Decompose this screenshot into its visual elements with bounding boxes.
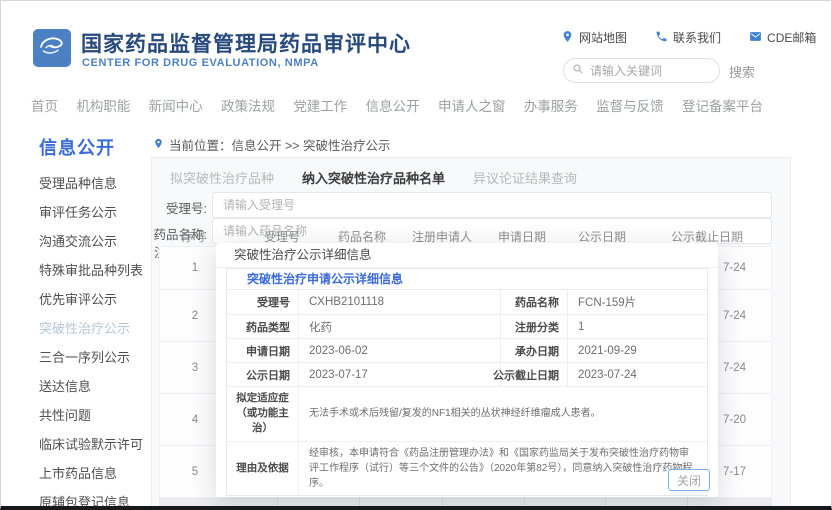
nav-item-news[interactable]: 新闻中心 <box>149 95 203 115</box>
contact-label: 联系我们 <box>673 29 721 46</box>
detail-row: 受理号 CXHB2101118 药品名称 FCN-159片 <box>227 290 707 315</box>
table-row-partial <box>159 498 772 508</box>
apply-date-field-value: 2023-06-02 <box>299 339 500 362</box>
tab-objection-results[interactable]: 异议论证结果查询 <box>473 168 577 187</box>
handle-date-field-label: 承办日期 <box>500 339 568 362</box>
nav-item-party[interactable]: 党建工作 <box>293 95 347 115</box>
sidebar-item-special-approval[interactable]: 特殊审批品种列表 <box>39 256 151 285</box>
mail-icon <box>749 30 762 46</box>
drug-name-field-value: FCN-159片 <box>568 290 707 314</box>
indication-row: 拟定适应症（或功能主治） 无法手术或术后残留/复发的NF1相关的丛状神经纤维瘤成… <box>227 387 707 442</box>
sidebar-item-breakthrough-therapy[interactable]: 突破性治疗公示 <box>39 314 151 343</box>
search-icon <box>572 62 584 80</box>
search-button[interactable]: 搜索 <box>729 62 755 81</box>
reason-value: 经审核，本申请符合《药品注册管理办法》和《国家药监局关于发布突破性治疗药物审评工… <box>299 442 707 495</box>
sidebar-item-communication[interactable]: 沟通交流公示 <box>39 227 151 256</box>
tab-bar: 拟突破性治疗品种 纳入突破性治疗品种名单 异议论证结果查询 <box>170 168 577 187</box>
page: 国家药品监督管理局药品审评中心 CENTER FOR DRUG EVALUATI… <box>0 0 832 510</box>
header-links: 网站地图 联系我们 CDE邮箱 <box>561 29 816 46</box>
handle-date-field-value: 2021-09-29 <box>568 339 707 362</box>
apply-date-field-label: 申请日期 <box>227 339 299 362</box>
breadcrumb-text: 当前位置：信息公开 >> 突破性治疗公示 <box>169 135 391 154</box>
col-header-no: 序号 <box>182 228 206 245</box>
row-end-date: 7-24 <box>723 310 746 322</box>
sidebar-item-accepted-varieties[interactable]: 受理品种信息 <box>39 169 151 198</box>
location-pin-icon <box>561 30 574 46</box>
nav-item-services[interactable]: 办事服务 <box>524 95 578 115</box>
sidebar-item-excipients-registration[interactable]: 原辅包登记信息 <box>39 488 151 510</box>
modal-detail-table: 突破性治疗申请公示详细信息 受理号 CXHB2101118 药品名称 FCN-1… <box>226 268 708 496</box>
detail-modal: 突破性治疗公示详细信息 突破性治疗申请公示详细信息 受理号 CXHB210111… <box>216 243 718 497</box>
mailbox-label: CDE邮箱 <box>767 29 816 46</box>
sidebar-item-common-issues[interactable]: 共性问题 <box>39 401 151 430</box>
nav-item-supervision[interactable]: 监督与反馈 <box>596 95 664 115</box>
sidebar-menu: 受理品种信息 审评任务公示 沟通交流公示 特殊审批品种列表 优先审评公示 突破性… <box>39 169 151 510</box>
tab-proposed-breakthrough[interactable]: 拟突破性治疗品种 <box>170 168 274 187</box>
site-title: 国家药品监督管理局药品审评中心 <box>81 28 411 58</box>
search-input[interactable] <box>590 64 705 78</box>
sidebar-item-delivery-info[interactable]: 送达信息 <box>39 372 151 401</box>
search-box <box>563 58 720 83</box>
reason-label: 理由及依据 <box>227 442 299 495</box>
row-end-date: 7-24 <box>723 262 746 274</box>
nav-item-functions[interactable]: 机构职能 <box>76 95 130 115</box>
indication-value: 无法手术或术后残留/复发的NF1相关的丛状神经纤维瘤成人患者。 <box>299 387 707 441</box>
row-end-date: 7-20 <box>723 414 746 426</box>
detail-row: 申请日期 2023-06-02 承办日期 2021-09-29 <box>227 339 707 363</box>
drug-type-field-value: 化药 <box>299 315 500 338</box>
row-end-date: 7-24 <box>723 362 746 374</box>
swan-logo-icon <box>35 29 69 68</box>
sitemap-link[interactable]: 网站地图 <box>561 29 627 46</box>
publicity-end-field-value: 2023-07-24 <box>568 363 707 386</box>
publicity-date-field-label: 公示日期 <box>227 363 299 386</box>
publicity-date-field-value: 2023-07-17 <box>299 363 500 386</box>
sidebar-item-review-tasks[interactable]: 审评任务公示 <box>39 198 151 227</box>
modal-title: 突破性治疗公示详细信息 <box>216 243 718 268</box>
drug-name-field-label: 药品名称 <box>500 290 568 314</box>
breadcrumb: 当前位置：信息公开 >> 突破性治疗公示 <box>153 135 391 154</box>
nav-item-policy[interactable]: 政策法规 <box>221 95 275 115</box>
sidebar-item-priority-review[interactable]: 优先审评公示 <box>39 285 151 314</box>
sitemap-label: 网站地图 <box>579 29 627 46</box>
contact-link[interactable]: 联系我们 <box>655 29 721 46</box>
detail-row: 公示日期 2023-07-17 公示截止日期 2023-07-24 <box>227 363 707 387</box>
modal-section-title: 突破性治疗申请公示详细信息 <box>227 269 707 290</box>
close-button[interactable]: 关闭 <box>668 469 710 491</box>
site-logo[interactable] <box>33 29 71 67</box>
accept-no-input[interactable] <box>212 192 772 218</box>
publicity-end-field-label: 公示截止日期 <box>500 363 568 386</box>
sidebar-item-clinical-trial-license[interactable]: 临床试验默示许可 <box>39 430 151 459</box>
nav-item-registration-platform[interactable]: 登记备案平台 <box>682 95 763 115</box>
phone-icon <box>655 30 668 46</box>
reg-class-field-value: 1 <box>568 315 707 338</box>
sidebar-title: 信息公开 <box>39 134 115 160</box>
indication-label: 拟定适应症（或功能主治） <box>227 387 299 441</box>
tab-included-breakthrough-list[interactable]: 纳入突破性治疗品种名单 <box>302 168 445 187</box>
main-nav: 首页 机构职能 新闻中心 政策法规 党建工作 信息公开 申请人之窗 办事服务 监… <box>31 91 763 119</box>
drug-type-field-label: 药品类型 <box>227 315 299 338</box>
site-subtitle: CENTER FOR DRUG EVALUATION, NMPA <box>82 57 319 69</box>
accept-no-label: 受理号: <box>147 198 207 217</box>
sidebar-item-three-in-one[interactable]: 三合一序列公示 <box>39 343 151 372</box>
detail-row: 药品类型 化药 注册分类 1 <box>227 315 707 339</box>
nav-item-home[interactable]: 首页 <box>31 95 58 115</box>
row-end-date: 7-17 <box>723 466 746 478</box>
sidebar-item-marketed-drugs[interactable]: 上市药品信息 <box>39 459 151 488</box>
accept-no-field-value: CXHB2101118 <box>299 290 500 314</box>
reg-class-field-label: 注册分类 <box>500 315 568 338</box>
nav-item-info-disclosure[interactable]: 信息公开 <box>366 95 420 115</box>
breadcrumb-pin-icon <box>153 137 164 153</box>
mailbox-link[interactable]: CDE邮箱 <box>749 29 816 46</box>
reason-row: 理由及依据 经审核，本申请符合《药品注册管理办法》和《国家药监局关于发布突破性治… <box>227 442 707 495</box>
table-header-row: 序号 受理号 药品名称 注册申请人 申请日期 公示日期 公示截止日期 <box>152 228 772 242</box>
accept-no-field-label: 受理号 <box>227 290 299 314</box>
nav-item-applicant[interactable]: 申请人之窗 <box>438 95 506 115</box>
